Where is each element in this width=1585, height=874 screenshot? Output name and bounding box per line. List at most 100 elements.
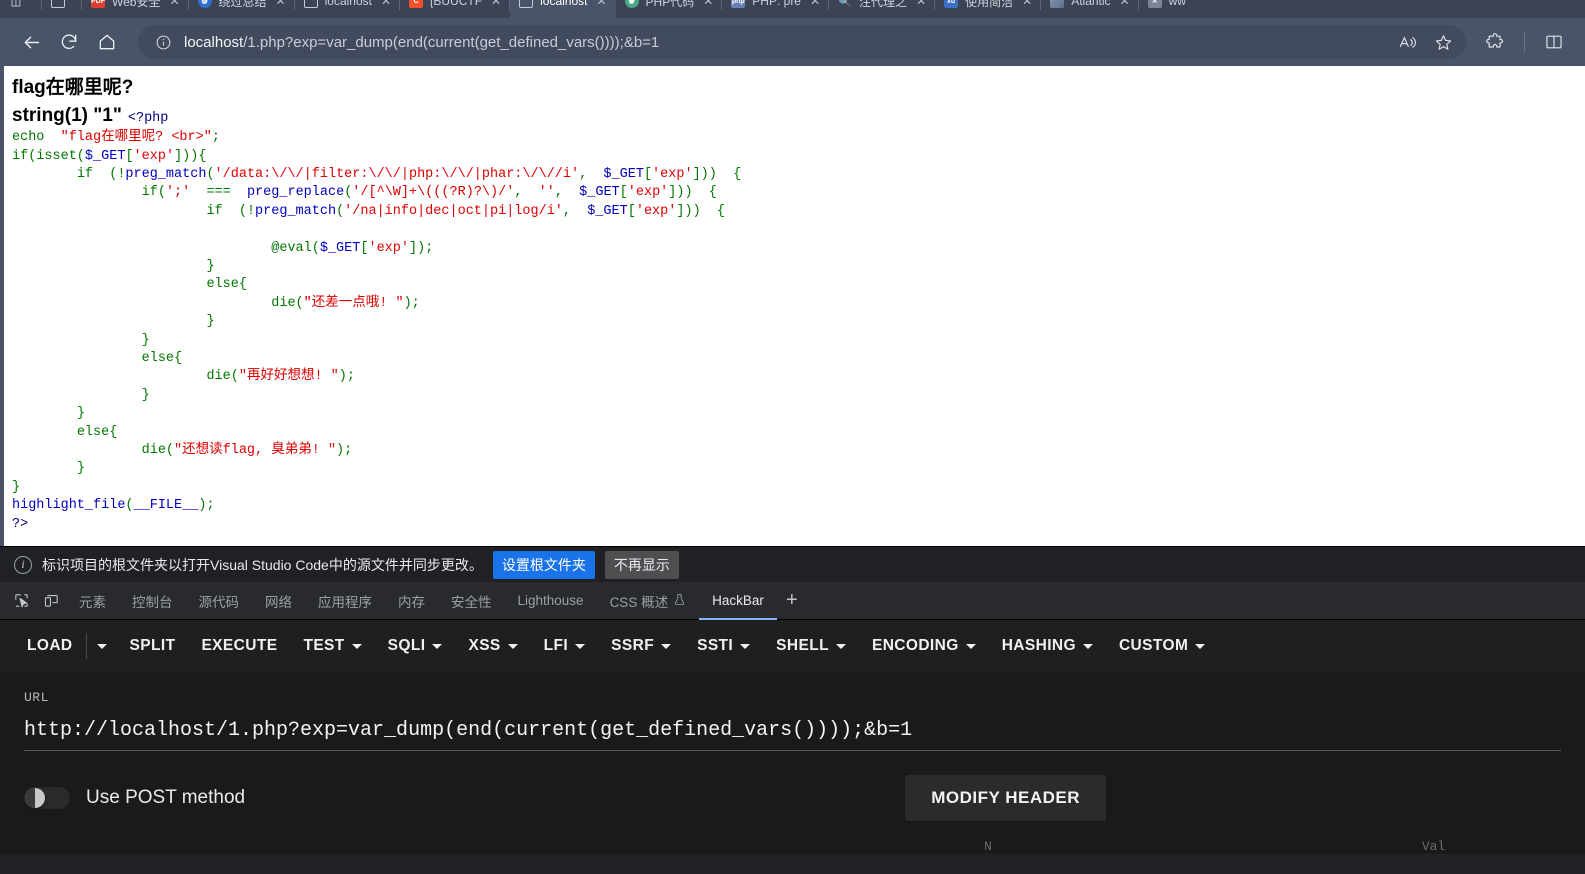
device-toolbar-icon[interactable] bbox=[36, 587, 66, 615]
back-arrow-icon[interactable] bbox=[14, 25, 48, 59]
info-circle-icon[interactable] bbox=[152, 31, 174, 53]
browser-tab-title: PHP: pre bbox=[752, 0, 801, 8]
sqli-button[interactable]: SQLI bbox=[375, 620, 456, 672]
star-icon[interactable] bbox=[1426, 25, 1460, 59]
browser-tab[interactable]: xu 使用简洁 ✕ bbox=[935, 0, 1042, 18]
close-icon[interactable]: ✕ bbox=[596, 0, 606, 8]
home-icon[interactable] bbox=[90, 25, 124, 59]
browser-tab[interactable]: ◉ PHP代码 ✕ bbox=[616, 0, 723, 18]
code-token: "还想读flag, 臭弟弟! " bbox=[174, 443, 337, 458]
chevron-down-icon bbox=[96, 643, 107, 649]
puzzle-piece-icon[interactable] bbox=[1478, 25, 1512, 59]
code-token: "还差一点哦! " bbox=[303, 295, 404, 311]
code-line: if (!preg_match('/na|info|dec|oct|pi|log… bbox=[12, 203, 1585, 221]
code-token: preg_match bbox=[125, 166, 207, 182]
test-button[interactable]: TEST bbox=[290, 620, 374, 672]
code-token: die( bbox=[206, 369, 239, 385]
php-icon: php bbox=[731, 0, 746, 8]
browser-tab[interactable]: ✕ ww bbox=[1139, 0, 1195, 18]
code-token: preg_match bbox=[255, 203, 337, 219]
tab-application[interactable]: 应用程序 bbox=[305, 582, 385, 620]
address-bar[interactable]: localhost/1.php?exp=var_dump(end(current… bbox=[138, 25, 1466, 59]
browser-tab[interactable]: PDF Web安全 ✕ bbox=[82, 0, 189, 18]
split-screen-icon[interactable] bbox=[1537, 25, 1571, 59]
split-button[interactable]: SPLIT bbox=[117, 620, 189, 672]
close-icon[interactable]: ✕ bbox=[276, 0, 286, 8]
tab-security[interactable]: 安全性 bbox=[438, 582, 505, 620]
code-token: 'exp' bbox=[635, 203, 677, 219]
code-token: [ bbox=[643, 166, 653, 182]
custom-button[interactable]: CUSTOM bbox=[1106, 620, 1218, 672]
browser-tab[interactable]: ◍ 绕过总结 ✕ bbox=[189, 0, 295, 18]
close-icon[interactable]: ✕ bbox=[703, 0, 713, 8]
tab-network[interactable]: 网络 bbox=[252, 582, 305, 620]
tab-css-overview[interactable]: CSS 概述 bbox=[597, 582, 700, 620]
code-token: } bbox=[76, 406, 85, 422]
browser-tab[interactable]: localhost ✕ bbox=[295, 0, 401, 18]
ssti-button[interactable]: SSTI bbox=[684, 620, 763, 672]
tab-hackbar[interactable]: HackBar bbox=[699, 582, 777, 620]
plus-icon[interactable]: + bbox=[777, 587, 807, 615]
browser-tab[interactable]: Atlantic ✕ bbox=[1041, 0, 1139, 18]
load-button[interactable]: LOAD bbox=[14, 620, 86, 672]
code-line: if(';' === preg_replace('/[^\W]+\(((?R)?… bbox=[12, 184, 1585, 202]
tab-console[interactable]: 控制台 bbox=[119, 582, 186, 620]
load-dropdown-caret[interactable] bbox=[87, 620, 117, 672]
close-icon[interactable]: ✕ bbox=[491, 0, 501, 8]
page-heading: flag在哪里呢? bbox=[12, 77, 134, 98]
php-open-tag: <?php bbox=[127, 110, 169, 126]
browser-tab[interactable]: C [BUUCTF ✕ bbox=[400, 0, 511, 18]
post-method-toggle[interactable] bbox=[24, 787, 70, 809]
doc-icon bbox=[51, 0, 65, 8]
execute-button[interactable]: EXECUTE bbox=[188, 620, 290, 672]
code-token: else{ bbox=[76, 424, 118, 440]
code-token: ); bbox=[198, 498, 215, 514]
read-aloud-icon[interactable] bbox=[1390, 25, 1424, 59]
reload-icon[interactable] bbox=[52, 25, 86, 59]
url-field-label: URL bbox=[24, 690, 49, 705]
encoding-button[interactable]: ENCODING bbox=[859, 620, 989, 672]
doc-icon bbox=[303, 0, 318, 8]
tab-elements[interactable]: 元素 bbox=[66, 582, 119, 620]
lfi-button[interactable]: LFI bbox=[531, 620, 598, 672]
code-token: highlight_file bbox=[12, 498, 126, 514]
close-icon[interactable]: ✕ bbox=[381, 0, 391, 8]
tab-sources[interactable]: 源代码 bbox=[186, 582, 253, 620]
close-icon[interactable]: ✕ bbox=[1022, 0, 1032, 8]
browser-tab-title: ww bbox=[1168, 0, 1186, 8]
close-icon[interactable]: ✕ bbox=[1120, 0, 1130, 8]
dont-show-again-button[interactable]: 不再显示 bbox=[604, 550, 679, 579]
code-line: } bbox=[12, 479, 1585, 497]
close-icon[interactable]: ✕ bbox=[169, 0, 179, 8]
url-input[interactable]: http://localhost/1.php?exp=var_dump(end(… bbox=[24, 719, 1561, 751]
code-token: ]); bbox=[409, 240, 434, 256]
url-host: localhost bbox=[184, 33, 244, 51]
browser-window: ◫ PDF Web安全 ✕ ◍ 绕过总结 ✕ localhost ✕ C [BU… bbox=[0, 0, 1585, 66]
browser-tab[interactable]: 🔍 注代理之 ✕ bbox=[829, 0, 936, 18]
close-icon[interactable]: ✕ bbox=[810, 0, 820, 8]
browser-tab-active[interactable]: localhost ✕ bbox=[510, 0, 616, 18]
browser-tab-title: localhost bbox=[540, 0, 588, 8]
modify-header-button[interactable]: MODIFY HEADER bbox=[905, 775, 1106, 821]
devtools-panel: i 标识项目的根文件夹以打开Visual Studio Code中的源文件并同步… bbox=[0, 546, 1585, 620]
post-method-toggle-group[interactable]: Use POST method bbox=[24, 787, 245, 809]
inspect-element-icon[interactable] bbox=[6, 587, 36, 615]
code-token: } bbox=[76, 461, 85, 477]
browser-tab[interactable]: php PHP: pre ✕ bbox=[722, 0, 830, 18]
shell-button[interactable]: SHELL bbox=[763, 620, 859, 672]
ssrf-button[interactable]: SSRF bbox=[598, 620, 684, 672]
close-icon[interactable]: ✕ bbox=[916, 0, 926, 8]
hackbar-options-row: Use POST method MODIFY HEADER bbox=[24, 775, 1561, 821]
tab-lighthouse[interactable]: Lighthouse bbox=[505, 582, 597, 620]
tab-memory[interactable]: 内存 bbox=[385, 582, 438, 620]
code-token: if( bbox=[141, 185, 166, 201]
browser-tab[interactable]: ◫ bbox=[0, 0, 42, 18]
code-line: } bbox=[12, 405, 1585, 423]
xss-button[interactable]: XSS bbox=[455, 620, 530, 672]
info-circle-icon: i bbox=[14, 555, 32, 574]
hashing-button[interactable]: HASHING bbox=[989, 620, 1106, 672]
set-root-folder-button[interactable]: 设置根文件夹 bbox=[492, 550, 595, 579]
browser-tab[interactable] bbox=[42, 0, 82, 18]
